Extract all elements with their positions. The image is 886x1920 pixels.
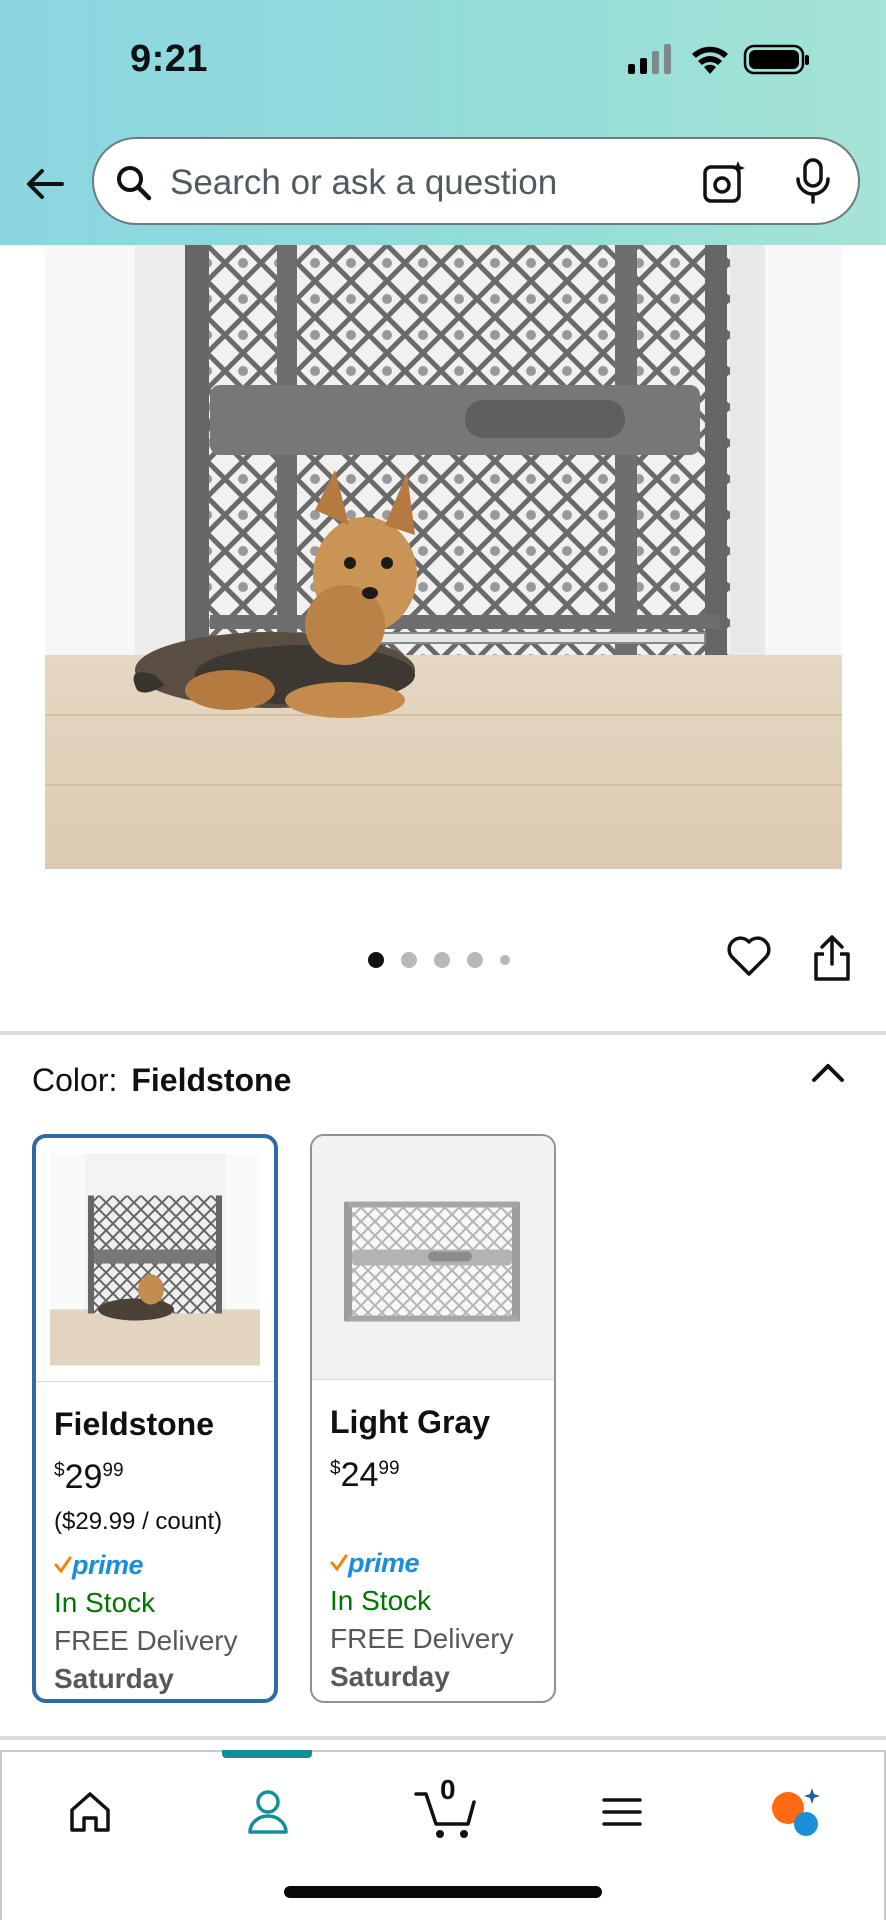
status-time: 9:21 [130, 38, 209, 80]
option-name: Light Gray [330, 1404, 491, 1440]
carousel-dot[interactable] [434, 952, 450, 968]
carousel-dot-active[interactable] [368, 952, 384, 968]
price-symbol: $ [330, 1458, 341, 1479]
stock-status: In Stock [54, 1587, 156, 1618]
color-option-light-gray[interactable]: Light Gray $2499 prime In Stock FREE Del… [310, 1134, 556, 1703]
unit-price: ($29.99 / count) [54, 1508, 223, 1535]
prime-label: prime [72, 1549, 144, 1580]
delivery-text: FREE Delivery [54, 1625, 238, 1656]
image-carousel-dots[interactable] [368, 950, 510, 970]
cellular-signal-icon [628, 44, 671, 74]
price-whole: 24 [340, 1456, 379, 1494]
status-icons [628, 44, 809, 75]
microphone-icon[interactable] [794, 157, 832, 205]
back-arrow-icon[interactable] [22, 160, 70, 208]
search-input[interactable]: Search or ask a question [92, 137, 860, 225]
color-selected-value: Fieldstone [131, 1062, 292, 1098]
color-label: Color: [32, 1062, 118, 1098]
delivery-day: Saturday [54, 1663, 174, 1694]
option-name: Fieldstone [54, 1406, 215, 1442]
price-fraction: 99 [102, 1460, 124, 1481]
light-gray-thumbnail [312, 1136, 554, 1380]
carousel-dot[interactable] [500, 955, 510, 965]
prime-badge: prime [54, 1549, 264, 1581]
option-price: $2499 [330, 1449, 544, 1495]
prime-label: prime [348, 1547, 420, 1578]
fieldstone-thumbnail [36, 1153, 274, 1382]
chevron-up-icon[interactable] [810, 1058, 846, 1086]
app-header: 9:21 Search or ask a question [0, 0, 886, 245]
battery-icon [743, 44, 809, 75]
delivery-text: FREE Delivery [330, 1623, 514, 1654]
price-symbol: $ [54, 1460, 65, 1481]
prime-badge: prime [330, 1547, 544, 1579]
account-icon[interactable] [238, 1782, 298, 1842]
cart-count: 0 [440, 1774, 456, 1805]
rufus-ai-icon[interactable] [766, 1782, 826, 1842]
price-fraction: 99 [378, 1458, 400, 1479]
prime-check-icon [330, 1554, 348, 1572]
stock-status: In Stock [330, 1585, 432, 1616]
section-divider [0, 1736, 886, 1740]
share-icon[interactable] [812, 934, 852, 982]
color-selector-label: Color: Fieldstone [32, 1062, 291, 1099]
carousel-dot[interactable] [401, 952, 417, 968]
active-tab-indicator [222, 1750, 312, 1758]
carousel-dot[interactable] [467, 952, 483, 968]
price-whole: 29 [64, 1458, 103, 1496]
section-divider [0, 1031, 886, 1035]
color-option-fieldstone[interactable]: Fieldstone $2999 ($29.99 / count) prime … [32, 1134, 278, 1703]
card-body: Light Gray $2499 prime In Stock FREE Del… [330, 1400, 544, 1693]
search-placeholder: Search or ask a question [170, 163, 558, 202]
heart-icon[interactable] [726, 934, 772, 978]
cart-button[interactable]: 0 [412, 1774, 482, 1842]
option-price: $2999 [54, 1451, 264, 1497]
home-indicator [284, 1886, 602, 1898]
prime-check-icon [54, 1556, 72, 1574]
wifi-icon [692, 46, 728, 74]
unit-price [330, 1503, 544, 1537]
product-image[interactable] [45, 245, 842, 869]
card-body: Fieldstone $2999 ($29.99 / count) prime … [54, 1402, 264, 1695]
delivery-day: Saturday [330, 1661, 450, 1692]
home-icon[interactable] [60, 1782, 120, 1842]
menu-icon[interactable] [592, 1782, 652, 1842]
search-icon [117, 166, 152, 201]
camera-search-icon[interactable] [702, 159, 748, 205]
